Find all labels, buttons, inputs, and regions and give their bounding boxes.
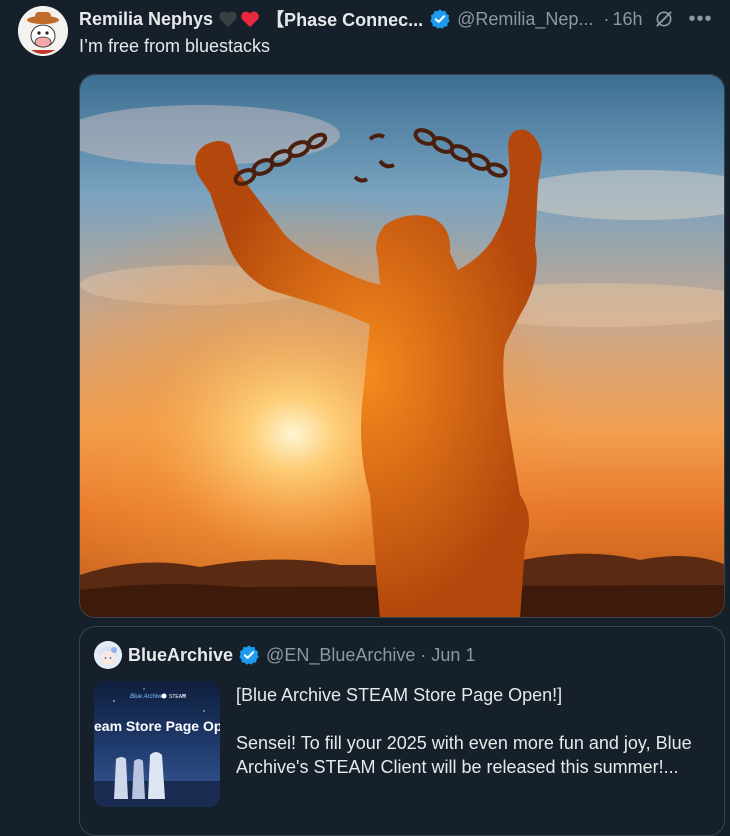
- tweet-text: I’m free from bluestacks: [79, 36, 271, 56]
- red-heart-icon: [241, 11, 259, 28]
- quoted-tweet-body: Sensei! To fill your 2025 with even more…: [236, 733, 692, 777]
- quoted-tweet-thumbnail[interactable]: Blue Archive STEAM eam Store Page Op: [94, 681, 220, 807]
- breaking-chains-photo: [80, 75, 724, 617]
- verified-badge-icon[interactable]: [429, 8, 451, 30]
- separator-dot: ·: [420, 644, 427, 665]
- separator-dot: ·: [603, 8, 610, 29]
- author-avatar[interactable]: [18, 6, 68, 56]
- author-affiliation[interactable]: 【Phase Connec...: [266, 6, 423, 32]
- blue-archive-logo-text: Blue Archive: [130, 694, 164, 700]
- banner-title-text: eam Store Page Op: [94, 718, 220, 734]
- steam-store-banner-image: Blue Archive STEAM eam Store Page Op: [94, 681, 220, 807]
- tweet-timestamp[interactable]: 16h: [612, 9, 642, 30]
- author-name[interactable]: Remilia Nephys: [79, 9, 213, 30]
- tweet-media-image[interactable]: [79, 74, 725, 618]
- tweet-header: Remilia Nephys 【Phase Connec... @Remilia…: [79, 6, 720, 32]
- quoted-tweet-date[interactable]: Jun 1: [431, 645, 475, 666]
- quoted-tweet-headline: [Blue Archive STEAM Store Page Open!]: [236, 685, 563, 705]
- quoted-tweet-header: BlueArchive @EN_BlueArchive · Jun 1: [94, 641, 475, 669]
- quoted-author-name[interactable]: BlueArchive: [128, 645, 233, 666]
- black-heart-icon: [219, 11, 237, 28]
- more-icon[interactable]: •••: [688, 9, 712, 29]
- cow-cowboy-avatar-icon: [18, 6, 68, 56]
- quoted-author-avatar[interactable]: [94, 641, 122, 669]
- author-handle[interactable]: @Remilia_Nep...: [457, 9, 593, 30]
- name-emojis: [218, 10, 262, 28]
- quoted-tweet-text: [Blue Archive STEAM Store Page Open!] Se…: [236, 683, 706, 779]
- quoted-author-handle[interactable]: @EN_BlueArchive: [266, 645, 415, 666]
- verified-badge-icon[interactable]: [238, 644, 260, 666]
- grok-icon[interactable]: [654, 9, 674, 29]
- anime-girl-avatar-icon: [94, 641, 122, 669]
- quoted-tweet-card[interactable]: BlueArchive @EN_BlueArchive · Jun 1 Blue…: [79, 626, 725, 836]
- steam-logo-text: STEAM: [169, 694, 186, 700]
